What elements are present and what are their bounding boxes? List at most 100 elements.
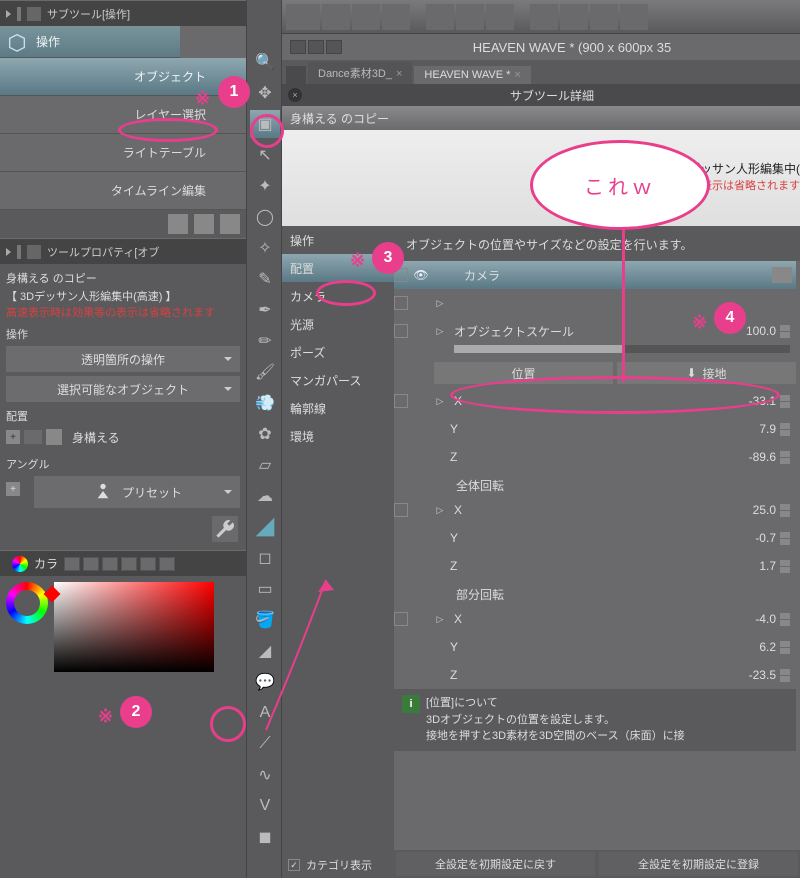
color-tab[interactable] xyxy=(121,557,137,571)
open-icon[interactable] xyxy=(352,4,380,30)
transform-icon[interactable] xyxy=(620,4,648,30)
eye-icon[interactable]: 👁 xyxy=(412,269,430,281)
subtool-item-timeline[interactable]: タイムライン編集 xyxy=(0,172,246,210)
decoration-icon[interactable]: ✿ xyxy=(250,420,280,448)
category-item[interactable]: 輪郭線 xyxy=(282,394,394,422)
checkbox-icon[interactable] xyxy=(394,324,408,338)
expand-icon[interactable]: ▷ xyxy=(434,614,446,625)
menu-icon[interactable] xyxy=(772,267,792,283)
gradient-icon[interactable]: ◢ xyxy=(250,637,280,665)
spinner-icon[interactable] xyxy=(780,423,792,436)
value[interactable]: -4.0 xyxy=(732,612,776,626)
tp-dropdown-selectable[interactable]: 選択可能なオブジェクト xyxy=(6,376,240,402)
move-icon[interactable]: ✥ xyxy=(250,79,280,107)
cut-icon[interactable] xyxy=(530,4,558,30)
line-icon[interactable]: ⟋ xyxy=(250,730,280,758)
subtool-item-light-table[interactable]: ライトテーブル xyxy=(0,134,246,172)
value[interactable]: 6.2 xyxy=(732,640,776,654)
spinner-icon[interactable] xyxy=(780,395,792,408)
category-item[interactable]: 環境 xyxy=(282,422,394,450)
new-icon[interactable] xyxy=(194,214,214,234)
spinner-icon[interactable] xyxy=(780,669,792,682)
checkbox-icon[interactable]: ✓ xyxy=(288,859,300,871)
ruler-icon[interactable] xyxy=(250,513,280,541)
color-tab[interactable] xyxy=(83,557,99,571)
wrench-button[interactable] xyxy=(212,516,238,542)
param-pry-row[interactable]: Y6.2 xyxy=(394,633,796,661)
save-defaults-button[interactable]: 全設定を初期設定に登録 xyxy=(599,852,798,876)
fill-icon[interactable]: 🪣 xyxy=(250,606,280,634)
checkbox-icon[interactable] xyxy=(394,612,408,626)
dropper-icon[interactable]: ✎ xyxy=(250,265,280,293)
tp-row-pose[interactable]: + 身構える xyxy=(6,424,240,450)
expand-icon[interactable]: ▷ xyxy=(434,298,446,309)
trash-icon[interactable] xyxy=(220,214,240,234)
color-tab[interactable] xyxy=(140,557,156,571)
param-prx-row[interactable]: ▷X-4.0 xyxy=(394,605,796,633)
eraser-icon[interactable]: ▱ xyxy=(250,451,280,479)
airbrush-icon[interactable]: 💨 xyxy=(250,389,280,417)
redo-icon[interactable] xyxy=(456,4,484,30)
param-z-row[interactable]: Z-89.6 xyxy=(394,443,796,471)
color-wheel[interactable] xyxy=(6,582,48,624)
save-icon[interactable] xyxy=(382,4,410,30)
wand-tool-icon[interactable]: ✧ xyxy=(250,234,280,262)
copy-icon[interactable] xyxy=(560,4,588,30)
close-icon[interactable]: × xyxy=(514,69,520,81)
pencil-icon[interactable]: ✏ xyxy=(250,327,280,355)
expand-icon[interactable]: + xyxy=(6,482,20,496)
color-square[interactable] xyxy=(54,582,214,672)
lasso-tool-icon[interactable]: ◯ xyxy=(250,203,280,231)
doc-tab[interactable]: HEAVEN WAVE *× xyxy=(414,66,530,84)
brush-icon[interactable]: 🖌 xyxy=(250,358,280,386)
reset-defaults-button[interactable]: 全設定を初期設定に戻す xyxy=(396,852,595,876)
window-min-icon[interactable] xyxy=(308,40,324,54)
window-max-icon[interactable] xyxy=(326,40,342,54)
csp-logo-icon[interactable] xyxy=(286,4,320,30)
param-frz-row[interactable]: Z1.7 xyxy=(394,552,796,580)
color-tab[interactable] xyxy=(102,557,118,571)
expand-icon[interactable]: ▷ xyxy=(434,505,446,516)
param-frx-row[interactable]: ▷X25.0 xyxy=(394,496,796,524)
lock-icon[interactable] xyxy=(168,214,188,234)
value[interactable]: -89.6 xyxy=(732,450,776,464)
color-tab[interactable] xyxy=(64,557,80,571)
eye-icon[interactable] xyxy=(24,430,42,444)
color-tab[interactable] xyxy=(159,557,175,571)
param-fry-row[interactable]: Y-0.7 xyxy=(394,524,796,552)
undo-icon[interactable] xyxy=(426,4,454,30)
window-close-icon[interactable] xyxy=(290,40,306,54)
swatch-icon[interactable]: ◼ xyxy=(250,823,280,851)
param-y-row[interactable]: Y7.9 xyxy=(394,415,796,443)
shape-icon[interactable]: ◻ xyxy=(250,544,280,572)
value[interactable]: 25.0 xyxy=(732,503,776,517)
subtool-panel-header[interactable]: サブツール[操作] xyxy=(0,0,246,26)
curve-icon[interactable]: ∿ xyxy=(250,761,280,789)
expand-icon[interactable]: + xyxy=(6,430,20,444)
clear-icon[interactable] xyxy=(486,4,514,30)
spinner-icon[interactable] xyxy=(780,504,792,517)
spinner-icon[interactable] xyxy=(780,560,792,573)
checkbox-icon[interactable] xyxy=(394,296,408,310)
expand-icon[interactable]: ▷ xyxy=(434,396,446,407)
category-item[interactable]: マンガパース xyxy=(282,366,394,394)
zoom-icon[interactable]: 🔍 xyxy=(250,48,280,76)
text-icon[interactable]: A xyxy=(250,699,280,727)
category-item[interactable]: 光源 xyxy=(282,310,394,338)
collapse-caret-icon[interactable] xyxy=(6,248,11,256)
category-show-toggle[interactable]: ✓ カテゴリ表示 xyxy=(282,852,394,878)
balloon-icon[interactable]: 💬 xyxy=(250,668,280,696)
spinner-icon[interactable] xyxy=(780,613,792,626)
expand-icon[interactable]: ▷ xyxy=(434,326,446,337)
param-camera-row[interactable]: 👁 カメラ xyxy=(394,261,796,289)
new-doc-icon[interactable] xyxy=(322,4,350,30)
grip-icon[interactable] xyxy=(286,66,306,84)
frame-icon[interactable]: ▭ xyxy=(250,575,280,603)
sparkle-tool-icon[interactable]: ✦ xyxy=(250,172,280,200)
checkbox-icon[interactable] xyxy=(394,503,408,517)
collapse-caret-icon[interactable] xyxy=(6,10,11,18)
spinner-icon[interactable] xyxy=(780,532,792,545)
paste-icon[interactable] xyxy=(590,4,618,30)
spinner-icon[interactable] xyxy=(780,451,792,464)
value[interactable]: 1.7 xyxy=(732,559,776,573)
